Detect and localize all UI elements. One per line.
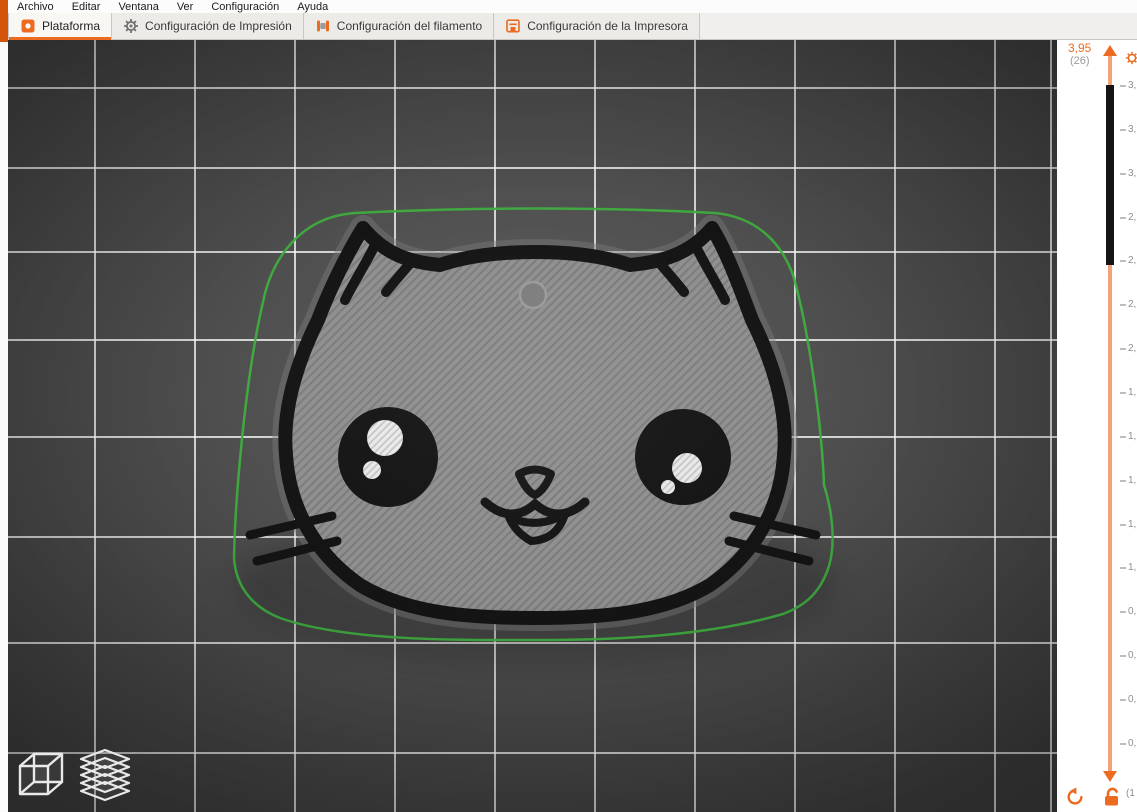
menu-bar: Archivo Editar Ventana Ver Configuración… [8,0,1137,13]
tick-dash [1120,260,1126,263]
tick-label: 2, [1128,211,1137,223]
left-edge-strip [0,0,8,812]
layer-range-handle[interactable] [1106,85,1114,265]
tick-label: 1, [1128,386,1137,398]
gear-icon [124,19,139,33]
layers-preview-icon[interactable] [74,742,136,804]
tick-label: 0, [1128,650,1137,662]
current-layer-number: (26) [1070,55,1090,67]
layer-tick: 0, [1057,694,1137,706]
tab-label: Configuración de la Impresora [527,19,688,33]
tick-dash [1120,85,1126,87]
tick-label: 1, [1128,562,1137,574]
printer-icon [506,19,521,33]
menu-item-configuracion[interactable]: Configuración [202,1,288,13]
cube-3d-view-icon[interactable] [10,742,72,804]
tick-label: 0, [1128,693,1137,705]
layer-tick: 2, [1057,255,1137,267]
tick-label: 1, [1128,430,1137,442]
tick-dash [1120,435,1126,438]
tick-dash [1120,348,1126,351]
tick-label: 3, [1128,167,1137,179]
menu-item-archivo[interactable]: Archivo [8,1,63,13]
layer-tick: 3, [1057,168,1137,180]
tick-label: 0, [1128,606,1137,618]
tab-plataforma[interactable]: Plataforma [8,13,113,40]
scene-canvas[interactable] [8,40,1057,812]
tick-dash [1120,128,1126,131]
viewport-3d[interactable] [8,40,1057,812]
tick-dash [1120,304,1126,307]
layer-slider-up-arrow[interactable] [1103,45,1117,56]
menu-item-editar[interactable]: Editar [63,1,110,13]
tick-dash [1120,611,1126,614]
tick-dash [1120,172,1126,175]
layer-tick: 0, [1057,738,1137,750]
current-layer-height: 3,95 [1068,41,1092,55]
layer-tick: 1, [1057,475,1137,487]
layer-tick: 2, [1057,212,1137,224]
tab-label: Configuración del filamento [336,19,483,33]
layer-tick: 1, [1057,562,1137,574]
tick-dash [1120,698,1126,701]
tick-label: 0, [1128,737,1137,749]
layer-tick: 3, [1057,80,1137,92]
unlock-icon[interactable] [1103,786,1121,807]
tick-dash [1120,479,1126,482]
layer-tick: 3, [1057,124,1137,136]
tick-dash [1120,523,1126,526]
menu-item-ayuda[interactable]: Ayuda [288,1,337,13]
platform-icon [21,19,35,33]
tick-label: 1, [1128,474,1137,486]
tick-label: 3, [1128,80,1137,91]
tab-label: Plataforma [42,19,101,33]
tick-dash [1120,567,1126,570]
tick-dash [1120,391,1126,394]
tick-label: 2, [1128,299,1137,311]
tick-dash [1120,742,1126,745]
layer-tick: 2, [1057,343,1137,355]
tick-label: 1, [1128,518,1137,530]
undo-icon[interactable] [1065,787,1085,807]
tick-label: 3, [1128,123,1137,135]
menu-item-ver[interactable]: Ver [168,1,203,13]
layer-slider-down-arrow[interactable] [1103,771,1117,782]
tab-label: Configuración de Impresión [145,19,292,33]
layer-tick: 2, [1057,299,1137,311]
slicer-window: Archivo Editar Ventana Ver Configuración… [0,0,1137,812]
filament-icon [316,20,329,32]
slider-settings-icon[interactable] [1125,51,1137,65]
menu-item-ventana[interactable]: Ventana [109,1,167,13]
tab-configuracion-impresora[interactable]: Configuración de la Impresora [494,13,700,39]
left-edge-accent [0,0,8,42]
tick-dash [1120,655,1126,658]
cat-model[interactable] [245,215,821,631]
bottom-layer-label: (1 [1126,788,1135,799]
layer-tick: 0, [1057,606,1137,618]
layer-tick: 1, [1057,387,1137,399]
tab-configuracion-impresion[interactable]: Configuración de Impresión [112,13,304,39]
tick-dash [1120,216,1126,219]
tick-label: 2, [1128,343,1137,355]
settings-tab-bar: Plataforma Configuración de Impresión Co… [8,13,1137,40]
layer-slider-panel: 3,95 (26) 3, 3, 3, 2, 2, 2, 2, 1, 1, 1, 1, 1, 0, 0, 0,… [1057,40,1137,812]
tick-label: 2, [1128,255,1137,267]
layer-ticks: 3, 3, 3, 2, 2, 2, 2, 1, 1, 1, 1, 1, 0, 0, 0, 0, [1057,40,1137,812]
layer-tick: 1, [1057,519,1137,531]
layer-tick: 0, [1057,650,1137,662]
layer-tick: 1, [1057,431,1137,443]
tab-configuracion-filamento[interactable]: Configuración del filamento [303,13,495,39]
keychain-hole [518,280,548,310]
